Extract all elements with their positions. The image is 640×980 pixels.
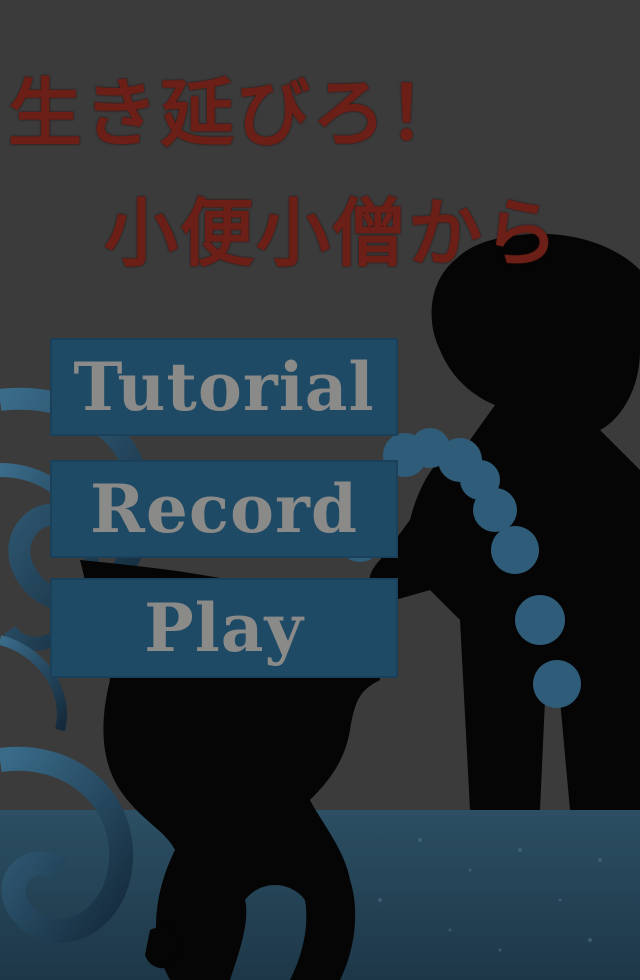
record-button[interactable]: Record: [50, 460, 398, 558]
play-button[interactable]: Play: [50, 578, 398, 678]
title-line-2: 小便小僧から: [104, 191, 560, 277]
game-title-screen: 生き延びろ！ 小便小僧から Tutorial Record Play: [0, 0, 640, 980]
play-button-label: Play: [144, 589, 304, 667]
tutorial-button-label: Tutorial: [73, 348, 375, 426]
record-button-label: Record: [90, 470, 358, 548]
tutorial-button[interactable]: Tutorial: [50, 338, 398, 436]
title-line-1: 生き延びろ！: [8, 71, 464, 157]
